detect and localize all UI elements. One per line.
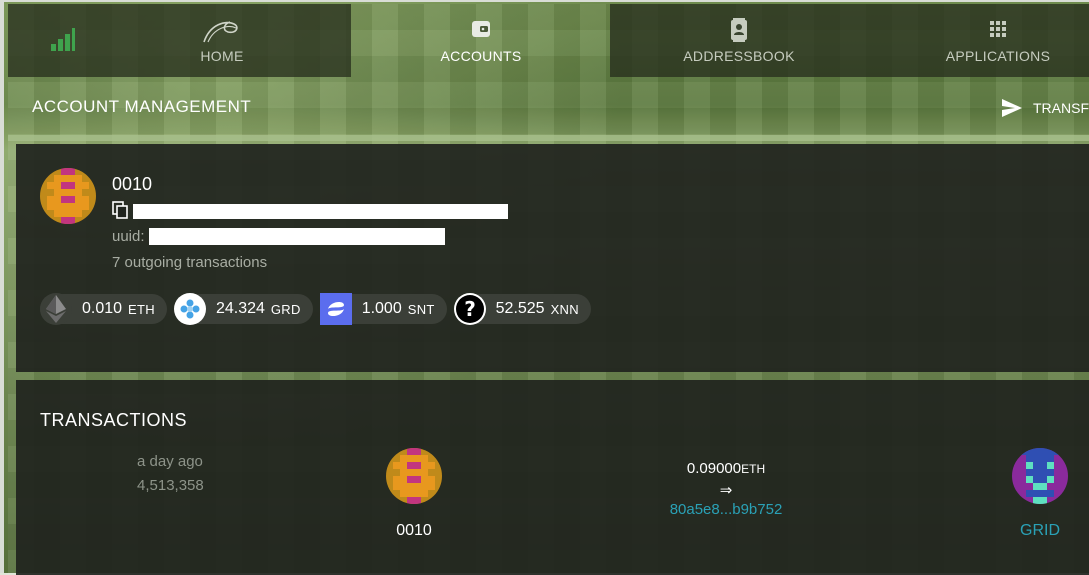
account-card: 0010 uuid: 7 outgoing transactions 0.010… xyxy=(16,144,1089,372)
outgoing-count: 7 outgoing transactions xyxy=(112,254,268,271)
transactions-card: TRANSACTIONS a day ago 4,513,358 0010 0.… xyxy=(16,380,1089,575)
tab-accounts-label: ACCOUNTS xyxy=(440,48,522,64)
signal-bars-icon[interactable] xyxy=(49,26,75,52)
balance-symbol: XNN xyxy=(550,301,579,317)
tx-amount-value: 0.09000 xyxy=(686,460,742,477)
apps-grid-icon xyxy=(990,21,1006,37)
balance-xnn: ? 52.525 XNN xyxy=(453,293,591,325)
uuid-redacted xyxy=(149,228,445,245)
addressbook-icon xyxy=(731,18,747,42)
balance-symbol: SNT xyxy=(407,301,435,317)
tab-applications-label: APPLICATIONS xyxy=(945,48,1051,64)
tab-home-label: HOME xyxy=(200,48,244,64)
avatar[interactable] xyxy=(40,168,96,224)
balance-symbol: GRD xyxy=(270,301,301,317)
balance-symbol: ETH xyxy=(128,301,155,317)
balance-eth: 0.010 ETH xyxy=(40,293,167,325)
tx-amount: 0.09000ETH xyxy=(656,460,796,477)
tx-to-name[interactable]: GRID xyxy=(1012,522,1068,540)
uuid-label: uuid: xyxy=(112,228,145,245)
from-avatar[interactable] xyxy=(386,448,442,504)
identicon-0010 xyxy=(386,448,442,504)
app-window: HOME ACCOUNTS ADDRESSBOOK APPLICATIONS A… xyxy=(0,0,1089,575)
top-nav: HOME ACCOUNTS ADDRESSBOOK APPLICATIONS xyxy=(8,4,1089,77)
divider xyxy=(8,135,1089,141)
tx-hash-link[interactable]: 80a5e8...b9b752 xyxy=(636,501,816,518)
tab-addressbook-label: ADDRESSBOOK xyxy=(683,48,795,64)
tx-relative-time: a day ago xyxy=(137,453,203,470)
address-redacted xyxy=(133,204,508,219)
grid-coin-icon xyxy=(173,293,206,325)
balance-amount: 24.324 xyxy=(215,300,265,317)
unknown-coin-icon: ? xyxy=(453,293,486,325)
wallet-icon xyxy=(472,21,490,37)
page-title: ACCOUNT MANAGEMENT xyxy=(32,97,252,116)
balance-amount: 52.525 xyxy=(495,300,545,317)
status-coin-icon xyxy=(319,293,352,325)
identicon-grid xyxy=(1012,448,1068,504)
balance-amount: 0.010 xyxy=(82,300,123,317)
tab-addressbook[interactable]: ADDRESSBOOK xyxy=(639,4,839,77)
balance-grd: 24.324 GRD xyxy=(173,293,313,325)
transactions-title: TRANSACTIONS xyxy=(40,410,188,430)
transfer-label: TRANSFE xyxy=(1033,100,1089,116)
identicon-0010 xyxy=(40,168,96,224)
tx-amount-unit: ETH xyxy=(741,462,766,476)
tab-applications[interactable]: APPLICATIONS xyxy=(898,4,1089,77)
to-avatar[interactable] xyxy=(1012,448,1068,504)
balance-snt: 1.000 SNT xyxy=(319,293,447,325)
account-name: 0010 xyxy=(112,174,153,194)
copy-icon[interactable] xyxy=(112,201,128,219)
ethereum-icon xyxy=(40,293,72,325)
tab-home[interactable]: HOME xyxy=(122,4,322,77)
balance-list: 0.010 ETH 24.324 GRD 1.000 SNT ? 52.525 … xyxy=(40,293,598,326)
tab-accounts[interactable]: ACCOUNTS xyxy=(381,4,581,77)
tx-block-number: 4,513,358 xyxy=(137,477,204,494)
tx-direction-arrow: ⇒ xyxy=(719,482,733,499)
home-swirl-icon xyxy=(203,21,238,43)
svg-text:?: ? xyxy=(464,297,476,321)
tx-time: a day ago 4,513,358 xyxy=(137,450,204,498)
transfer-button[interactable]: TRANSFE xyxy=(1001,96,1089,120)
send-icon xyxy=(1002,99,1022,117)
balance-amount: 1.000 xyxy=(361,300,402,317)
tx-from-name: 0010 xyxy=(396,522,432,539)
